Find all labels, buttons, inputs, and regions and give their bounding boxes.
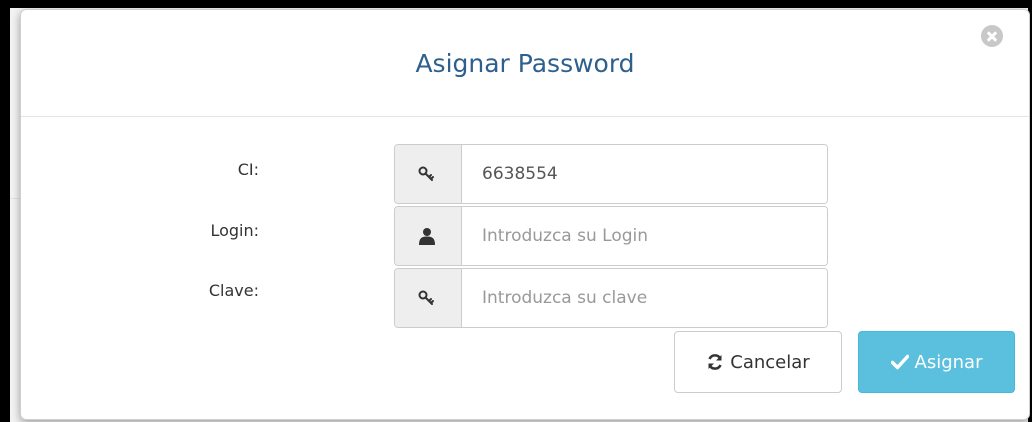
cancel-button[interactable]: Cancelar	[674, 331, 842, 393]
ci-field[interactable]	[462, 145, 827, 203]
ci-addon	[395, 145, 462, 203]
login-input-group	[394, 206, 828, 266]
ci-input-group	[394, 144, 828, 204]
check-icon	[890, 354, 909, 370]
window-frame-left	[0, 0, 10, 422]
assign-password-modal: Asignar Password CI: Login: Clave:	[20, 9, 1030, 420]
cancel-button-label: Cancelar	[730, 351, 810, 373]
modal-title: Asignar Password	[415, 49, 635, 78]
assign-button[interactable]: Asignar	[858, 331, 1015, 393]
login-field[interactable]	[462, 207, 827, 265]
clave-label: Clave:	[208, 281, 259, 300]
login-label: Login:	[210, 221, 259, 240]
user-icon	[419, 228, 435, 245]
login-addon	[395, 207, 462, 265]
refresh-icon	[708, 354, 722, 370]
clave-input-group	[394, 268, 828, 328]
key-icon	[418, 166, 434, 181]
clave-field[interactable]	[462, 269, 827, 327]
ci-label: CI:	[237, 160, 259, 179]
window-frame-top	[0, 0, 1032, 8]
key-icon	[418, 290, 434, 305]
clave-addon	[395, 269, 462, 327]
modal-header: Asignar Password	[21, 10, 1029, 117]
assign-button-label: Asignar	[914, 351, 983, 373]
close-icon[interactable]	[981, 25, 1003, 47]
